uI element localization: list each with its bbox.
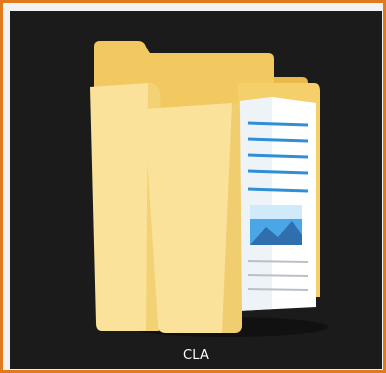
folder-name-label: CLA [182,348,210,363]
folder-tile[interactable]: CLA [10,11,382,369]
selection-frame: CLA [0,0,386,373]
folder-with-documents-icon [90,41,328,337]
